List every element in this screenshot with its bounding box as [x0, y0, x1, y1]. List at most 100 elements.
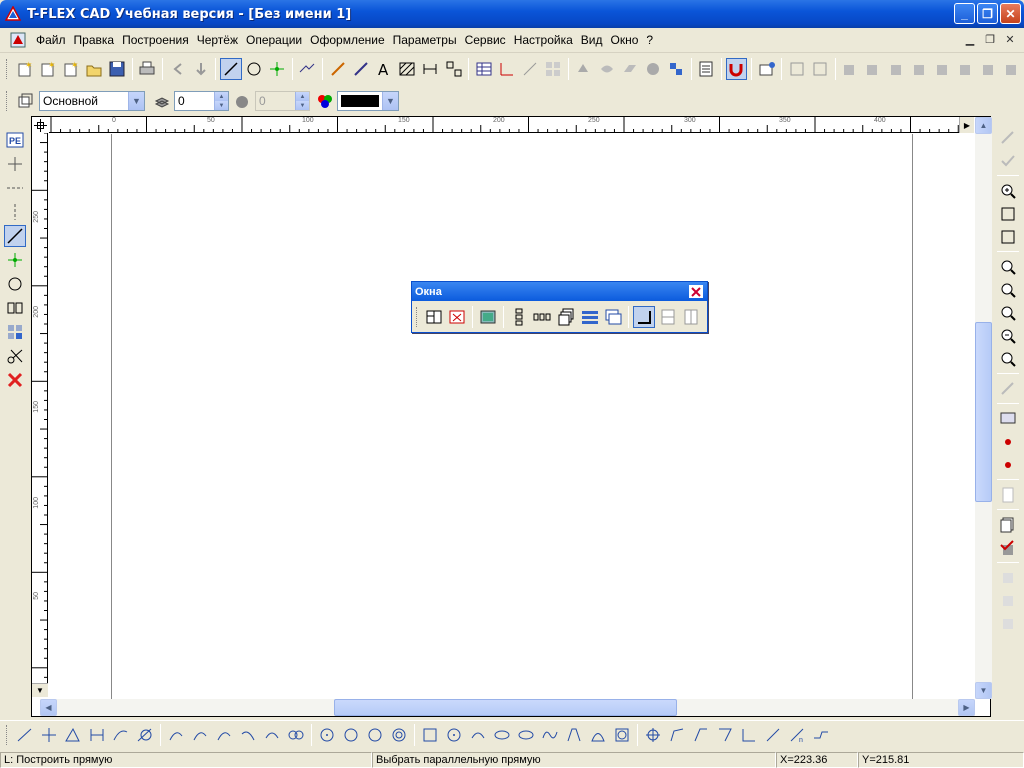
- level-field[interactable]: 0 ▲ ▼: [174, 91, 229, 111]
- arc-option-2-icon[interactable]: [189, 724, 211, 746]
- tile-vertical-icon[interactable]: [508, 306, 530, 328]
- arc-option-3-icon[interactable]: [213, 724, 235, 746]
- zoom-window-icon[interactable]: [997, 256, 1019, 278]
- circle-icon[interactable]: [4, 273, 26, 295]
- ruler-origin-icon[interactable]: [32, 117, 49, 133]
- ruler-scroll-right-icon[interactable]: ▶: [959, 117, 974, 133]
- line-option-2-icon[interactable]: [38, 724, 60, 746]
- open-icon[interactable]: [83, 58, 104, 80]
- zoom-frame-icon[interactable]: [997, 203, 1019, 225]
- doc-close-icon[interactable]: ✕: [1002, 32, 1018, 46]
- edit-graphics-icon[interactable]: [350, 58, 371, 80]
- windows-toolbar-title[interactable]: Окна: [412, 282, 707, 301]
- sketch-icon[interactable]: [297, 58, 318, 80]
- coordinate-icon[interactable]: [496, 58, 517, 80]
- 3d-view-2-icon[interactable]: [809, 58, 830, 80]
- 3d-disabled-3-icon[interactable]: [997, 613, 1019, 635]
- layers-icon[interactable]: [14, 90, 36, 112]
- monitor-icon[interactable]: [997, 408, 1019, 430]
- scroll-right-icon[interactable]: ▶: [958, 699, 975, 716]
- menu-edit[interactable]: Правка: [70, 33, 119, 47]
- menu-operations[interactable]: Операции: [242, 33, 306, 47]
- zoom-1to1-icon[interactable]: [997, 302, 1019, 324]
- doc-minimize-icon[interactable]: ▁: [962, 32, 978, 46]
- close-button[interactable]: ✕: [1000, 3, 1021, 24]
- draw-graphics-icon[interactable]: [327, 58, 348, 80]
- new-3d-icon[interactable]: ✶: [37, 58, 58, 80]
- scroll-left-icon[interactable]: ◀: [40, 699, 57, 716]
- horizontal-ruler[interactable]: 0 50 100 150 200 250 300 350 400: [49, 117, 959, 133]
- redraw-icon[interactable]: [997, 127, 1019, 149]
- fragment-icon[interactable]: [443, 58, 464, 80]
- remove-window-icon[interactable]: [447, 306, 469, 328]
- group-icon[interactable]: [4, 321, 26, 343]
- 3d-op-8-icon[interactable]: [1002, 58, 1023, 80]
- line-option-4-icon[interactable]: [86, 724, 108, 746]
- menu-help[interactable]: ?: [642, 33, 657, 47]
- split-window-icon[interactable]: [423, 306, 445, 328]
- minimize-button[interactable]: _: [954, 3, 975, 24]
- snap-option-6-icon[interactable]: [762, 724, 784, 746]
- pe-icon[interactable]: PE: [4, 129, 26, 151]
- 3d-op-4-icon[interactable]: [909, 58, 930, 80]
- horizontal-scrollbar[interactable]: ◀ ▶: [40, 699, 975, 716]
- menu-view[interactable]: Вид: [577, 33, 607, 47]
- 3d-op-1-icon[interactable]: [840, 58, 861, 80]
- 3d-node-icon[interactable]: [573, 58, 594, 80]
- scroll-thumb[interactable]: [975, 322, 992, 502]
- circle-option-4-icon[interactable]: [388, 724, 410, 746]
- 3d-disabled-1-icon[interactable]: [997, 567, 1019, 589]
- 3d-profile-icon[interactable]: [596, 58, 617, 80]
- line-option-3-icon[interactable]: [62, 724, 84, 746]
- table-icon[interactable]: [473, 58, 494, 80]
- delete-icon[interactable]: [4, 369, 26, 391]
- layer-select[interactable]: Основной ▼: [39, 91, 145, 111]
- dock-window-icon[interactable]: [633, 305, 655, 328]
- doc-restore-icon[interactable]: ❐: [982, 32, 998, 46]
- snap-icon[interactable]: [519, 58, 540, 80]
- vertical-ruler[interactable]: 250 200 150 100 50: [32, 132, 48, 683]
- snap-option-2-icon[interactable]: [666, 724, 688, 746]
- node-tool-icon[interactable]: [267, 58, 288, 80]
- 3d-op-2-icon[interactable]: [863, 58, 884, 80]
- arc-option-6-icon[interactable]: [285, 724, 307, 746]
- full-window-icon[interactable]: [477, 306, 499, 328]
- document-icon[interactable]: [10, 32, 26, 48]
- zoom-previous-icon[interactable]: [997, 348, 1019, 370]
- ruler-scroll-down-icon[interactable]: ▼: [32, 683, 48, 697]
- color-select[interactable]: ▼: [337, 91, 399, 111]
- 3d-body-icon[interactable]: [642, 58, 663, 80]
- node-icon[interactable]: [4, 249, 26, 271]
- properties-icon[interactable]: [756, 58, 777, 80]
- menu-settings[interactable]: Настройка: [510, 33, 577, 47]
- zoom-in-icon[interactable]: [997, 180, 1019, 202]
- scroll-down-icon[interactable]: ▼: [975, 682, 992, 699]
- shape-option-2-icon[interactable]: [443, 724, 465, 746]
- snap-node-icon[interactable]: [997, 431, 1019, 453]
- menu-window[interactable]: Окно: [606, 33, 642, 47]
- spline-option-icon[interactable]: [539, 724, 561, 746]
- mirror-icon[interactable]: [4, 297, 26, 319]
- line-option-5-icon[interactable]: [110, 724, 132, 746]
- shape-option-6-icon[interactable]: [563, 724, 585, 746]
- shape-option-8-icon[interactable]: [611, 724, 633, 746]
- zoom-page-icon[interactable]: [997, 279, 1019, 301]
- line-option-1-icon[interactable]: [14, 724, 36, 746]
- text-icon[interactable]: A: [373, 58, 394, 80]
- line-tool-icon[interactable]: [220, 58, 242, 80]
- new-template-icon[interactable]: ✶: [60, 58, 81, 80]
- vertical-line-icon[interactable]: [4, 201, 26, 223]
- save-icon[interactable]: [107, 58, 128, 80]
- calculator-icon[interactable]: [696, 58, 717, 80]
- new-2d-icon[interactable]: ✶: [14, 58, 35, 80]
- undo-icon[interactable]: [167, 58, 188, 80]
- menu-parameters[interactable]: Параметры: [389, 33, 461, 47]
- shape-option-7-icon[interactable]: [587, 724, 609, 746]
- priority-field[interactable]: 0 ▲ ▼: [255, 91, 310, 111]
- menu-file[interactable]: Файл: [32, 33, 70, 47]
- 3d-disabled-2-icon[interactable]: [997, 590, 1019, 612]
- 3d-op-3-icon[interactable]: [886, 58, 907, 80]
- cut-icon[interactable]: [4, 345, 26, 367]
- view-icon[interactable]: [543, 58, 564, 80]
- snap-option-5-icon[interactable]: [738, 724, 760, 746]
